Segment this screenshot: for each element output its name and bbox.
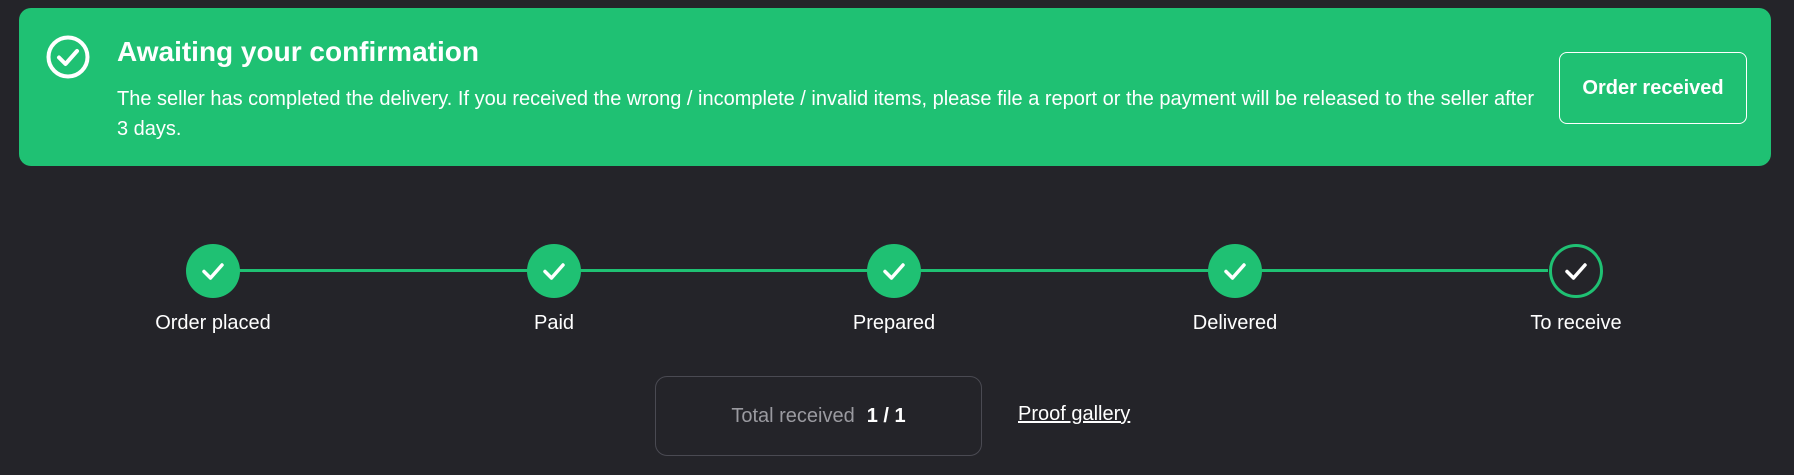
- step-label: Order placed: [155, 312, 271, 334]
- total-received-label: Total received: [731, 404, 855, 427]
- total-received-box: Total received 1 / 1: [655, 376, 982, 456]
- step-check-icon: [1208, 244, 1262, 298]
- step-prepared: Prepared: [784, 244, 1004, 335]
- step-label: Delivered: [1192, 312, 1278, 334]
- step-label: Prepared: [852, 312, 936, 334]
- total-received-value: 1 / 1: [866, 404, 906, 427]
- step-check-icon: [867, 244, 921, 298]
- proof-gallery-link[interactable]: Proof gallery: [1018, 403, 1130, 426]
- step-label: Paid: [533, 312, 575, 334]
- step-check-icon: [527, 244, 581, 298]
- step-order-placed: Order placed: [103, 244, 323, 335]
- step-label: To receive: [1530, 312, 1622, 334]
- step-delivered: Delivered: [1125, 244, 1345, 335]
- step-to-receive: To receive: [1466, 244, 1686, 335]
- step-check-icon: [186, 244, 240, 298]
- step-paid: Paid: [444, 244, 664, 335]
- step-check-icon: [1549, 244, 1603, 298]
